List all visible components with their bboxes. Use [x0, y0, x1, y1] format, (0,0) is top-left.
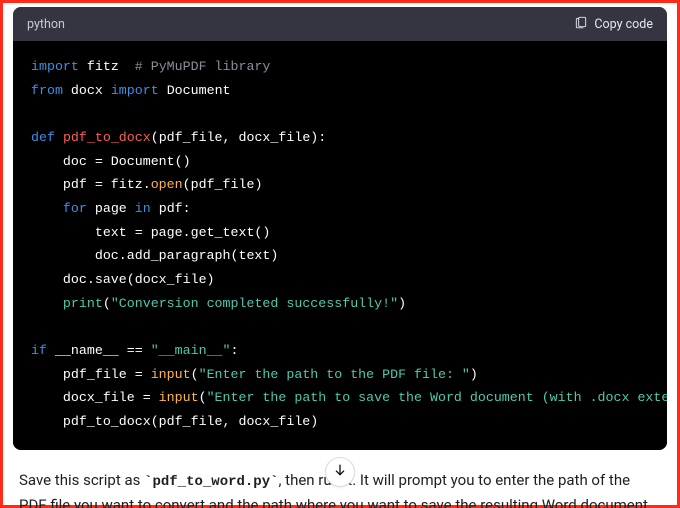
code-token: (pdf_file, docx_file):	[151, 130, 327, 145]
code-token: Document	[167, 83, 231, 98]
code-token: if	[31, 343, 47, 358]
code-language-label: python	[27, 17, 65, 32]
code-token: )	[398, 296, 406, 311]
code-token: pdf_to_docx	[63, 130, 151, 145]
app-frame: python Copy code import fitz # PyMuPDF l…	[0, 0, 680, 508]
code-token: print	[63, 296, 103, 311]
code-token: # PyMuPDF library	[135, 59, 271, 74]
code-token: doc.save(docx_file)	[31, 272, 215, 287]
code-token: (	[191, 367, 199, 382]
code-token: import	[111, 83, 159, 98]
code-token: docx_file =	[31, 390, 159, 405]
code-block-header: python Copy code	[13, 7, 667, 41]
code-token: fitz	[87, 59, 119, 74]
code-token: (	[103, 296, 111, 311]
code-token: docx	[71, 83, 103, 98]
code-token: __name__ ==	[47, 343, 151, 358]
code-token: pdf_to_docx(pdf_file, docx_file)	[31, 414, 318, 429]
article-part: Save this script as	[19, 471, 144, 489]
code-token: import	[31, 59, 79, 74]
code-token: from	[31, 83, 63, 98]
copy-code-label: Copy code	[594, 17, 653, 32]
scroll-down-button[interactable]	[325, 457, 355, 487]
code-token: in	[135, 201, 151, 216]
code-token: text = page.get_text()	[31, 225, 270, 240]
code-block: python Copy code import fitz # PyMuPDF l…	[13, 7, 667, 450]
inline-code-filename: `pdf_to_word.py`	[144, 474, 278, 490]
code-token: "__main__"	[151, 343, 231, 358]
code-token: input	[151, 367, 191, 382]
code-token: pdf = fitz.	[31, 177, 151, 192]
code-token: "Conversion completed successfully!"	[111, 296, 398, 311]
code-token: (	[199, 390, 207, 405]
code-token: page	[87, 201, 135, 216]
code-token: pdf_file =	[31, 367, 151, 382]
code-token: doc = Document()	[31, 154, 191, 169]
code-token: for	[63, 201, 87, 216]
arrow-down-icon	[332, 462, 348, 482]
code-token: input	[159, 390, 199, 405]
code-token: open	[151, 177, 183, 192]
code-token: )	[470, 367, 478, 382]
code-token: "Enter the path to save the Word documen…	[207, 390, 667, 405]
code-content[interactable]: import fitz # PyMuPDF library from docx …	[13, 41, 667, 450]
code-token: "Enter the path to the PDF file: "	[199, 367, 470, 382]
code-token: (pdf_file)	[183, 177, 263, 192]
code-token: def	[31, 130, 55, 145]
code-token: pdf:	[151, 201, 191, 216]
clipboard-icon	[574, 15, 588, 33]
code-token: doc.add_paragraph(text)	[31, 248, 278, 263]
code-token: :	[231, 343, 239, 358]
copy-code-button[interactable]: Copy code	[574, 15, 653, 33]
